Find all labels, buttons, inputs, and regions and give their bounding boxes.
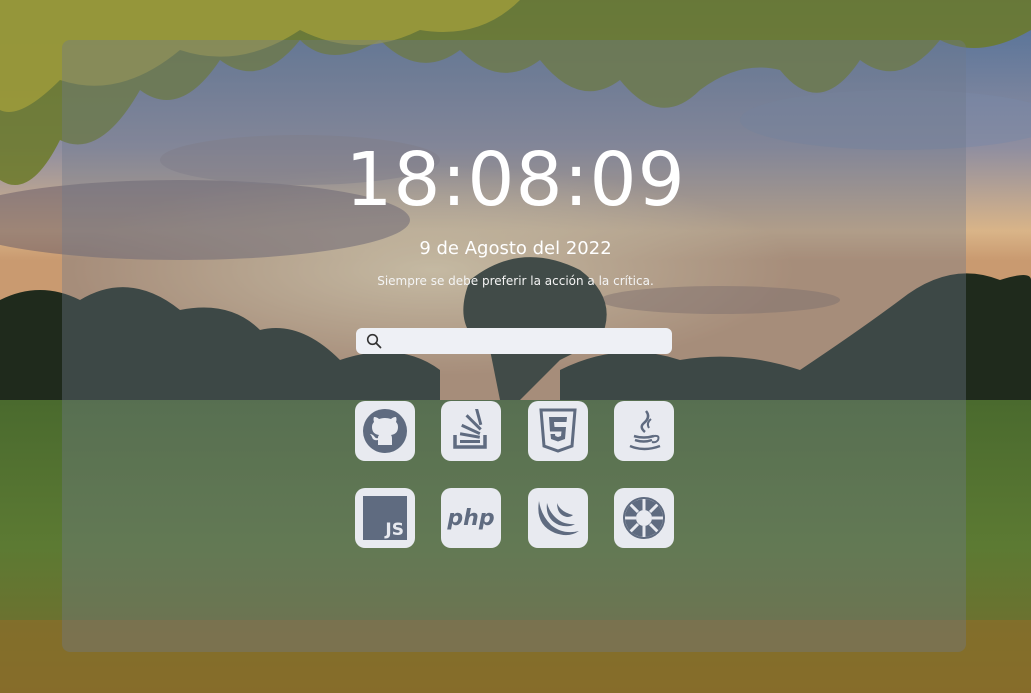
jquery-icon (535, 495, 581, 541)
shortcut-html5[interactable] (528, 401, 588, 461)
quote-text: Siempre se debe preferir la acción a la … (377, 274, 654, 288)
shortcut-java[interactable] (614, 401, 674, 461)
php-icon: php (444, 503, 498, 533)
clock: 18:08:09 (345, 137, 686, 223)
shortcut-stackoverflow[interactable] (441, 401, 501, 461)
stackoverflow-icon (449, 409, 493, 453)
shortcut-github[interactable] (355, 401, 415, 461)
search-icon (366, 333, 382, 349)
javascript-label: JS (384, 520, 404, 540)
search-bar[interactable] (356, 328, 672, 354)
php-label: php (446, 506, 494, 531)
javascript-icon: JS (362, 495, 408, 541)
shortcut-jquery[interactable] (528, 488, 588, 548)
github-icon (361, 407, 409, 455)
date-text: 9 de Agosto del 2022 (419, 238, 612, 259)
search-input[interactable] (390, 331, 666, 353)
html5-icon (538, 408, 578, 454)
shortcut-javascript[interactable]: JS (355, 488, 415, 548)
shortcut-php[interactable]: php (441, 488, 501, 548)
java-icon (622, 407, 666, 455)
openshift-icon (621, 495, 667, 541)
shortcut-openshift[interactable] (614, 488, 674, 548)
